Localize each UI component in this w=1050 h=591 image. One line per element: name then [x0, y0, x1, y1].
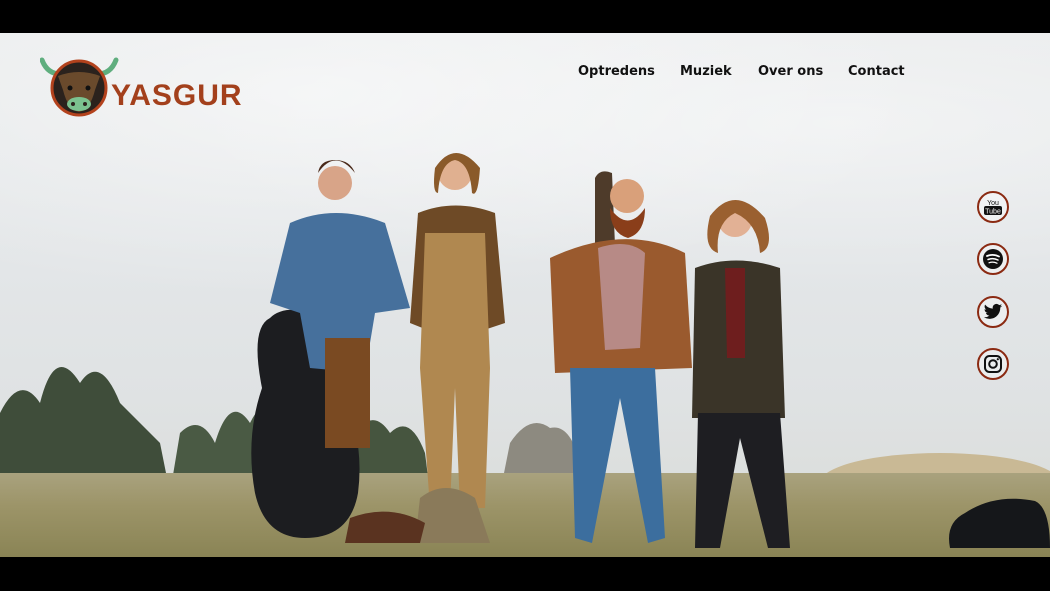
- nav-item-muziek[interactable]: Muziek: [680, 64, 732, 79]
- spotify-icon: [983, 249, 1003, 269]
- svg-text:You: You: [987, 200, 999, 207]
- nav-item-contact[interactable]: Contact: [848, 64, 905, 79]
- youtube-button[interactable]: You Tube: [977, 191, 1009, 223]
- brand-name[interactable]: YASGUR: [111, 79, 243, 113]
- main-nav: Optredens Muziek Over ons Contact: [0, 64, 1050, 84]
- youtube-icon: You Tube: [984, 200, 1002, 216]
- nav-item-over-ons[interactable]: Over ons: [758, 64, 823, 79]
- letterbox-bottom: [0, 557, 1050, 591]
- svg-text:Tube: Tube: [985, 209, 1001, 216]
- instagram-button[interactable]: [977, 348, 1009, 380]
- band-photo: [251, 153, 790, 548]
- spotify-button[interactable]: [977, 243, 1009, 275]
- backpack: [949, 498, 1050, 548]
- nav-item-optredens[interactable]: Optredens: [578, 64, 655, 79]
- twitter-button[interactable]: [977, 296, 1009, 328]
- instagram-icon: [984, 355, 1002, 373]
- twitter-icon: [983, 303, 1003, 319]
- letterbox-top: [0, 0, 1050, 33]
